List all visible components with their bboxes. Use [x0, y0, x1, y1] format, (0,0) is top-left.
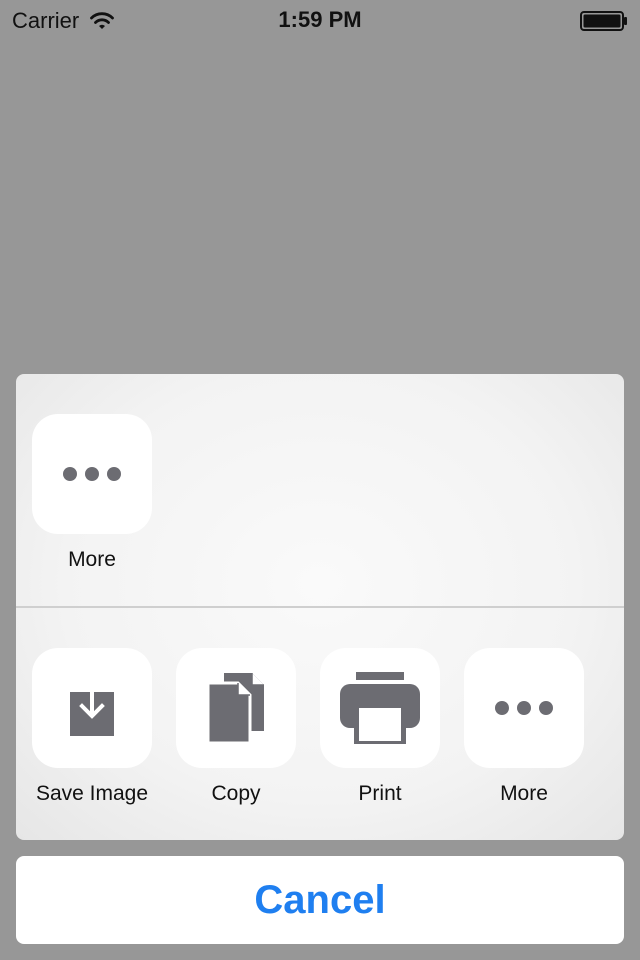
share-tile-label: More	[68, 548, 116, 571]
more-actions-button[interactable]	[464, 648, 584, 768]
share-tile-more-actions[interactable]: More	[464, 648, 584, 806]
share-tile-save-image[interactable]: Save Image	[32, 648, 152, 806]
share-tile-label: Save Image	[35, 782, 149, 805]
share-tile-label: Copy	[211, 782, 261, 805]
share-tile-copy[interactable]: Copy	[176, 648, 296, 806]
battery-icon	[580, 11, 627, 31]
share-tile-label: More	[500, 782, 548, 805]
share-tile-label: Print	[358, 782, 402, 805]
print-button[interactable]	[320, 648, 440, 768]
more-dots-icon	[495, 701, 553, 715]
status-bar: Carrier 1:59 PM	[0, 0, 640, 40]
share-sheet: More Save Image Copy Print More	[16, 374, 624, 840]
save-image-button[interactable]	[32, 648, 152, 768]
share-tile-more-apps[interactable]: More	[32, 414, 152, 572]
print-icon	[340, 672, 420, 744]
clock: 1:59 PM	[278, 7, 362, 32]
copy-button[interactable]	[176, 648, 296, 768]
copy-icon	[208, 673, 264, 743]
cancel-button[interactable]: Cancel	[16, 856, 624, 944]
more-dots-icon	[63, 467, 121, 481]
save-image-icon	[70, 678, 114, 736]
screen: Carrier 1:59 PM More Save Image Copy Pri…	[0, 0, 640, 960]
share-row-actions: Save Image Copy Print More	[16, 608, 624, 840]
share-row-apps: More	[16, 374, 624, 606]
more-apps-button[interactable]	[32, 414, 152, 534]
share-tile-print[interactable]: Print	[320, 648, 440, 806]
